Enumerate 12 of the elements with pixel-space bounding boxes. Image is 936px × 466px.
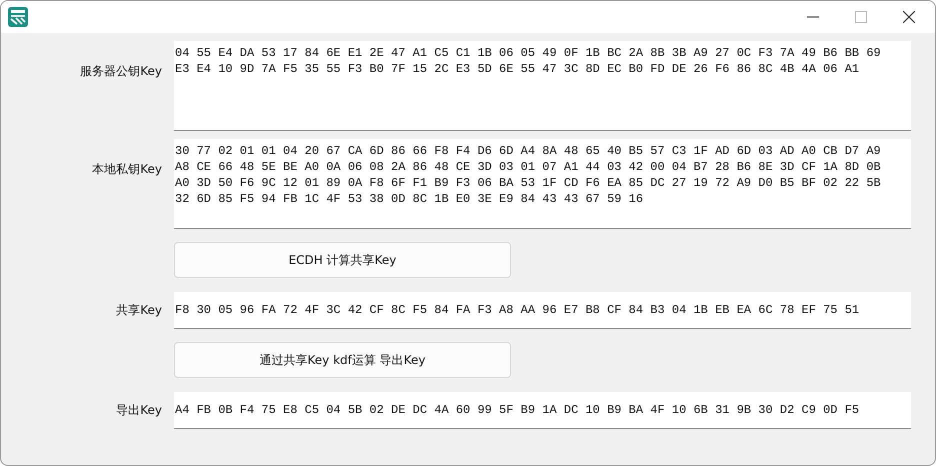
field-label: 本地私钥Key (91, 161, 163, 178)
action-button[interactable]: ECDH 计算共享Key (174, 242, 511, 278)
key-text-field[interactable]: 30 77 02 01 01 04 20 67 CA 6D 86 66 F8 F4 D6 6D A4 8A 48 65 40 B5 57 C3 1F AD 6D 03 AD A0 CB D7 A9 A8 CE 66 48 5E BE A0 0A 06 08 2A 86 48 CE 3D 03 01 07 A1 44 03 42 00 04 B7 28 B6 8E 3D CF 1A 8D 0B A0 3D 50 F6 9C 12 01 89 0A F8 6F F1 B9 F3 06 BA 53 1F CD F6 EA 85 DC 27 19 72 A9 D0 B5 BF 02 22 5B 32 6D 85 F5 94 FB 1C 4F 53 38 0D 8C 1B E0 3E E9 84 43 43 67 59 16 (174, 139, 911, 229)
field-label: 服务器公钥Key (79, 63, 163, 80)
key-text-field[interactable]: F8 30 05 96 FA 72 4F 3C 42 CF 8C F5 84 FA F3 A8 AA 96 E7 B8 CF 84 B3 04 1B EB EA 6C 78 EF 75 51 (174, 292, 911, 329)
field-label: 共享Key (115, 302, 163, 319)
action-button[interactable]: 通过共享Key kdf运算 导出Key (174, 342, 511, 378)
key-text-field[interactable]: 04 55 E4 DA 53 17 84 6E E1 2E 47 A1 C5 C1 1B 06 05 49 0F 1B BC 2A 8B 3B A9 27 0C F3 7A 49 B6 BB 69 E3 E4 10 9D 7A F5 35 55 F3 B0 7F 15 2C E3 5D 6E 55 47 3C 8D EC B0 FD DE 26 F6 86 8C 4B 4A 06 A1 (174, 41, 911, 131)
close-icon[interactable] (903, 11, 915, 23)
key-text-field[interactable]: A4 FB 0B F4 75 E8 C5 04 5B 02 DE DC 4A 60 99 5F B9 1A DC 10 B9 BA 4F 10 6B 31 9B 30 D2 C9 0D F5 (174, 392, 911, 429)
app-icon (8, 7, 28, 27)
field-label: 导出Key (115, 402, 163, 419)
